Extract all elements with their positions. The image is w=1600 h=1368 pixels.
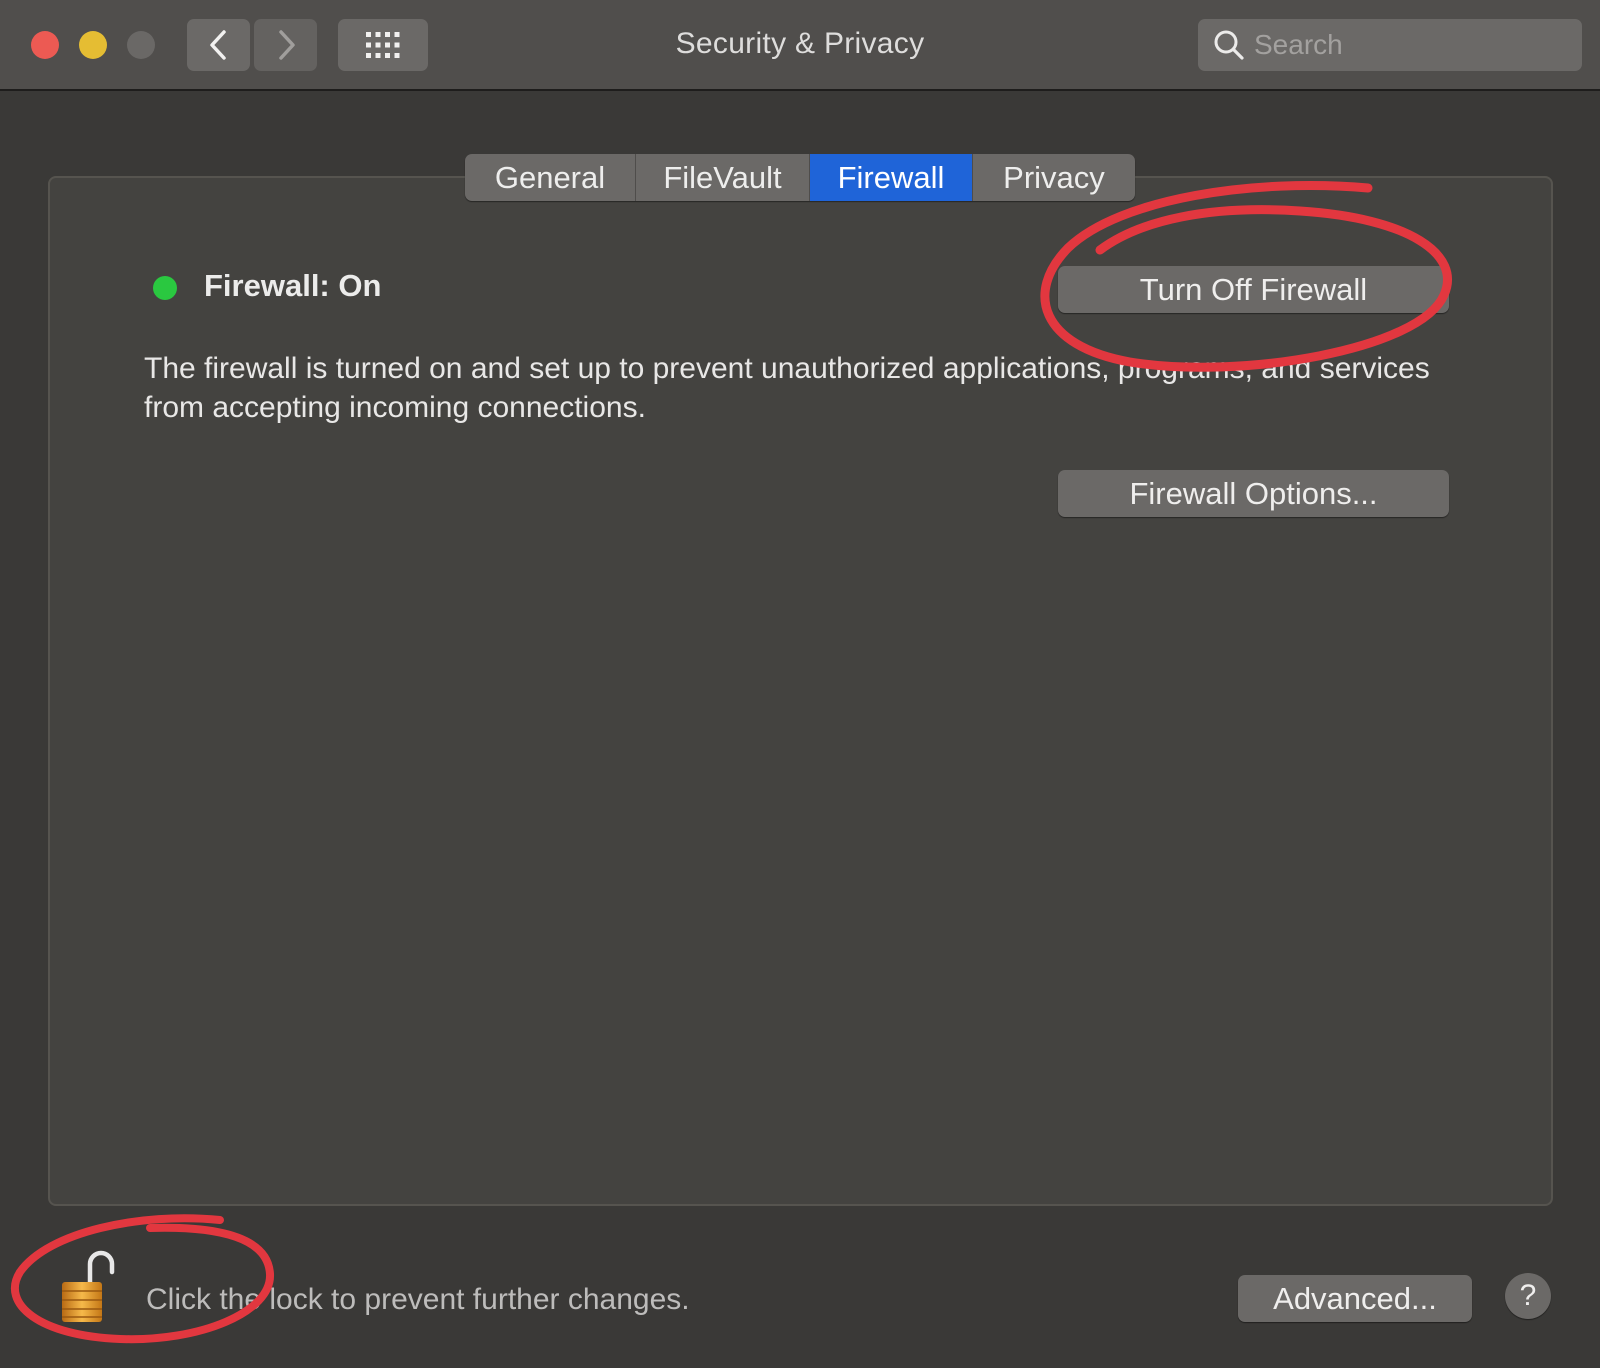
lock-hint-text: Click the lock to prevent further change… [146,1283,690,1316]
help-button[interactable]: ? [1505,1273,1551,1319]
grid-icon [366,32,400,58]
chevron-right-icon [278,30,295,60]
search-input[interactable] [1254,29,1564,61]
advanced-button[interactable]: Advanced... [1238,1275,1472,1322]
search-field[interactable] [1198,19,1582,71]
firewall-description: The firewall is turned on and set up to … [144,352,1430,424]
title-bar: Security & Privacy [0,0,1600,91]
tab-bar: General FileVault Firewall Privacy [465,154,1135,201]
tab-filevault[interactable]: FileVault [636,154,810,201]
search-icon [1210,26,1248,64]
back-button[interactable] [187,19,250,71]
forward-button[interactable] [254,19,317,71]
firewall-status-indicator [153,276,177,300]
show-all-button[interactable] [338,19,428,71]
tab-privacy[interactable]: Privacy [973,154,1135,201]
firewall-status-label: Firewall: On [204,268,382,303]
window-title: Security & Privacy [675,27,925,60]
firewall-pane [48,176,1553,1206]
minimize-window-button[interactable] [79,31,107,59]
tab-firewall[interactable]: Firewall [810,154,973,201]
close-window-button[interactable] [31,31,59,59]
firewall-options-button[interactable]: Firewall Options... [1058,470,1449,517]
turn-off-firewall-button[interactable]: Turn Off Firewall [1058,266,1449,313]
chevron-left-icon [209,30,226,60]
tab-general[interactable]: General [465,154,636,201]
unlocked-padlock-icon[interactable] [54,1250,120,1326]
zoom-window-button[interactable] [127,31,155,59]
